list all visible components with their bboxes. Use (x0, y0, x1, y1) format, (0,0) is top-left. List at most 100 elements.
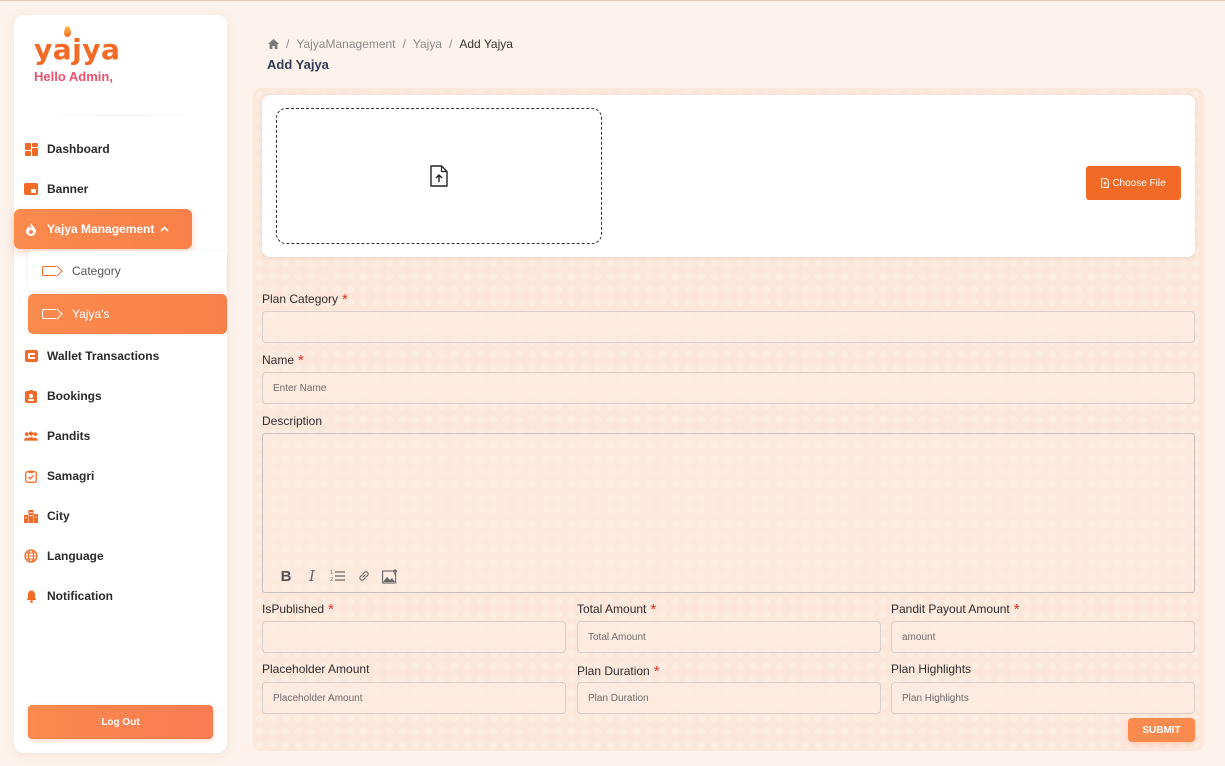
breadcrumb-current: Add Yajya (459, 37, 513, 51)
wallet-icon (24, 349, 38, 363)
page-title: Add Yajya (267, 57, 329, 72)
sidebar-item-banner[interactable]: Banner (14, 174, 227, 204)
total-amount-input[interactable] (577, 621, 881, 653)
plan-category-input[interactable] (262, 311, 1195, 343)
home-icon[interactable] (268, 39, 279, 49)
required-marker: * (328, 601, 334, 618)
field-label-text: Plan Category (262, 292, 339, 306)
sidebar: yajya Hello Admin, Dashboard Banner Yajy… (14, 15, 227, 753)
tag-icon (42, 266, 56, 276)
breadcrumb-item[interactable]: Yajya (413, 37, 442, 51)
sidebar-item-label: Pandits (47, 429, 91, 443)
field-label-text: Total Amount (577, 602, 647, 616)
sidebar-subitem-label: Yajya's (72, 307, 110, 321)
sidebar-item-yajya-management[interactable]: Yajya Management (14, 209, 192, 249)
sidebar-item-label: Notification (47, 589, 113, 603)
svg-text:2: 2 (330, 577, 333, 583)
sidebar-subitem-category[interactable]: Category (28, 251, 227, 291)
file-upload-icon (430, 165, 448, 187)
sidebar-item-bookings[interactable]: Bookings (14, 381, 227, 411)
sidebar-item-language[interactable]: Language (14, 541, 227, 571)
pandit-payout-label: Pandit Payout Amount * (891, 600, 1020, 618)
banner-icon (24, 182, 38, 196)
file-icon (1101, 178, 1110, 188)
name-label: Name * (262, 351, 304, 369)
globe-icon (24, 549, 38, 563)
field-label-text: IsPublished (262, 602, 325, 616)
field-label-text: Name (262, 353, 295, 367)
required-marker: * (653, 663, 660, 680)
description-label: Description (262, 414, 323, 428)
link-icon[interactable] (351, 566, 377, 586)
choose-file-label: Choose File (1112, 177, 1166, 189)
image-dropzone[interactable] (276, 108, 602, 244)
chevron-up-icon (160, 226, 169, 232)
breadcrumb-separator: / (402, 37, 406, 51)
brand-logo: yajya (34, 26, 121, 66)
name-input[interactable] (262, 372, 1195, 404)
placeholder-amount-input[interactable] (262, 682, 566, 714)
svg-text:1: 1 (330, 570, 333, 576)
sidebar-item-label: Language (47, 549, 104, 563)
required-marker: * (1013, 601, 1020, 618)
plan-highlights-input[interactable] (891, 682, 1195, 714)
sidebar-item-label: City (47, 509, 70, 523)
choose-file-button[interactable]: Choose File (1086, 166, 1181, 200)
sidebar-item-label: Wallet Transactions (47, 349, 160, 363)
bell-icon (24, 589, 38, 603)
required-marker: * (342, 291, 348, 308)
field-label-text: Pandit Payout Amount (891, 602, 1010, 616)
numbered-list-icon[interactable]: 12 (325, 566, 351, 586)
clipboard-icon (24, 469, 38, 483)
breadcrumb-separator: / (449, 37, 453, 51)
city-icon (24, 509, 38, 523)
breadcrumb-item[interactable]: YajyaManagement (296, 37, 395, 51)
plan-duration-label: Plan Duration * (577, 662, 660, 680)
bookings-icon (24, 389, 38, 403)
pandit-payout-input[interactable] (891, 621, 1195, 653)
sidebar-item-notification[interactable]: Notification (14, 581, 227, 611)
plan-highlights-label: Plan Highlights (891, 662, 972, 676)
tag-icon (42, 309, 56, 319)
is-published-label: IsPublished * (262, 600, 334, 618)
sidebar-item-label: Dashboard (47, 142, 110, 156)
flame-logo-icon (64, 26, 71, 37)
sidebar-item-samagri[interactable]: Samagri (14, 461, 227, 491)
dashboard-grid-icon (24, 142, 38, 156)
field-label-text: Plan Duration (577, 664, 650, 678)
greeting-text: Hello Admin, (34, 69, 113, 84)
breadcrumb: / YajyaManagement / Yajya / Add Yajya (268, 37, 513, 51)
brand-logo-text: yajya (34, 33, 121, 66)
editor-toolbar: B I 12 (273, 566, 403, 586)
image-upload-card: Choose File (262, 95, 1195, 257)
sidebar-item-label: Bookings (47, 389, 102, 403)
bold-button[interactable]: B (273, 566, 299, 586)
plan-category-label: Plan Category * (262, 290, 348, 308)
total-amount-label: Total Amount * (577, 600, 657, 618)
submit-button[interactable]: SUBMIT (1128, 718, 1195, 742)
breadcrumb-separator: / (286, 37, 290, 51)
sidebar-item-label: Samagri (47, 469, 95, 483)
brand: yajya Hello Admin, (34, 26, 121, 84)
sidebar-item-pandits[interactable]: Pandits (14, 421, 227, 451)
description-editor[interactable]: B I 12 (262, 433, 1195, 593)
people-icon (24, 429, 38, 443)
sidebar-item-wallet-transactions[interactable]: Wallet Transactions (14, 341, 227, 371)
insert-image-icon[interactable] (377, 566, 403, 586)
logout-button[interactable]: Log Out (28, 705, 213, 739)
sidebar-divider (42, 115, 202, 116)
sidebar-item-label: Yajya Management (47, 222, 155, 236)
sidebar-subitem-label: Category (72, 264, 121, 278)
sidebar-item-label: Banner (47, 182, 89, 196)
sidebar-subitem-yajyas[interactable]: Yajya's (28, 294, 227, 334)
required-marker: * (650, 601, 657, 618)
flame-icon (24, 222, 38, 236)
required-marker: * (298, 352, 304, 369)
placeholder-amount-label: Placeholder Amount (262, 662, 370, 676)
form-panel: Choose File Plan Category* Name* Descrip… (253, 88, 1204, 751)
plan-duration-input[interactable] (577, 682, 881, 714)
sidebar-item-dashboard[interactable]: Dashboard (14, 134, 227, 164)
is-published-input[interactable] (262, 621, 566, 653)
italic-button[interactable]: I (299, 566, 325, 586)
sidebar-item-city[interactable]: City (14, 501, 227, 531)
